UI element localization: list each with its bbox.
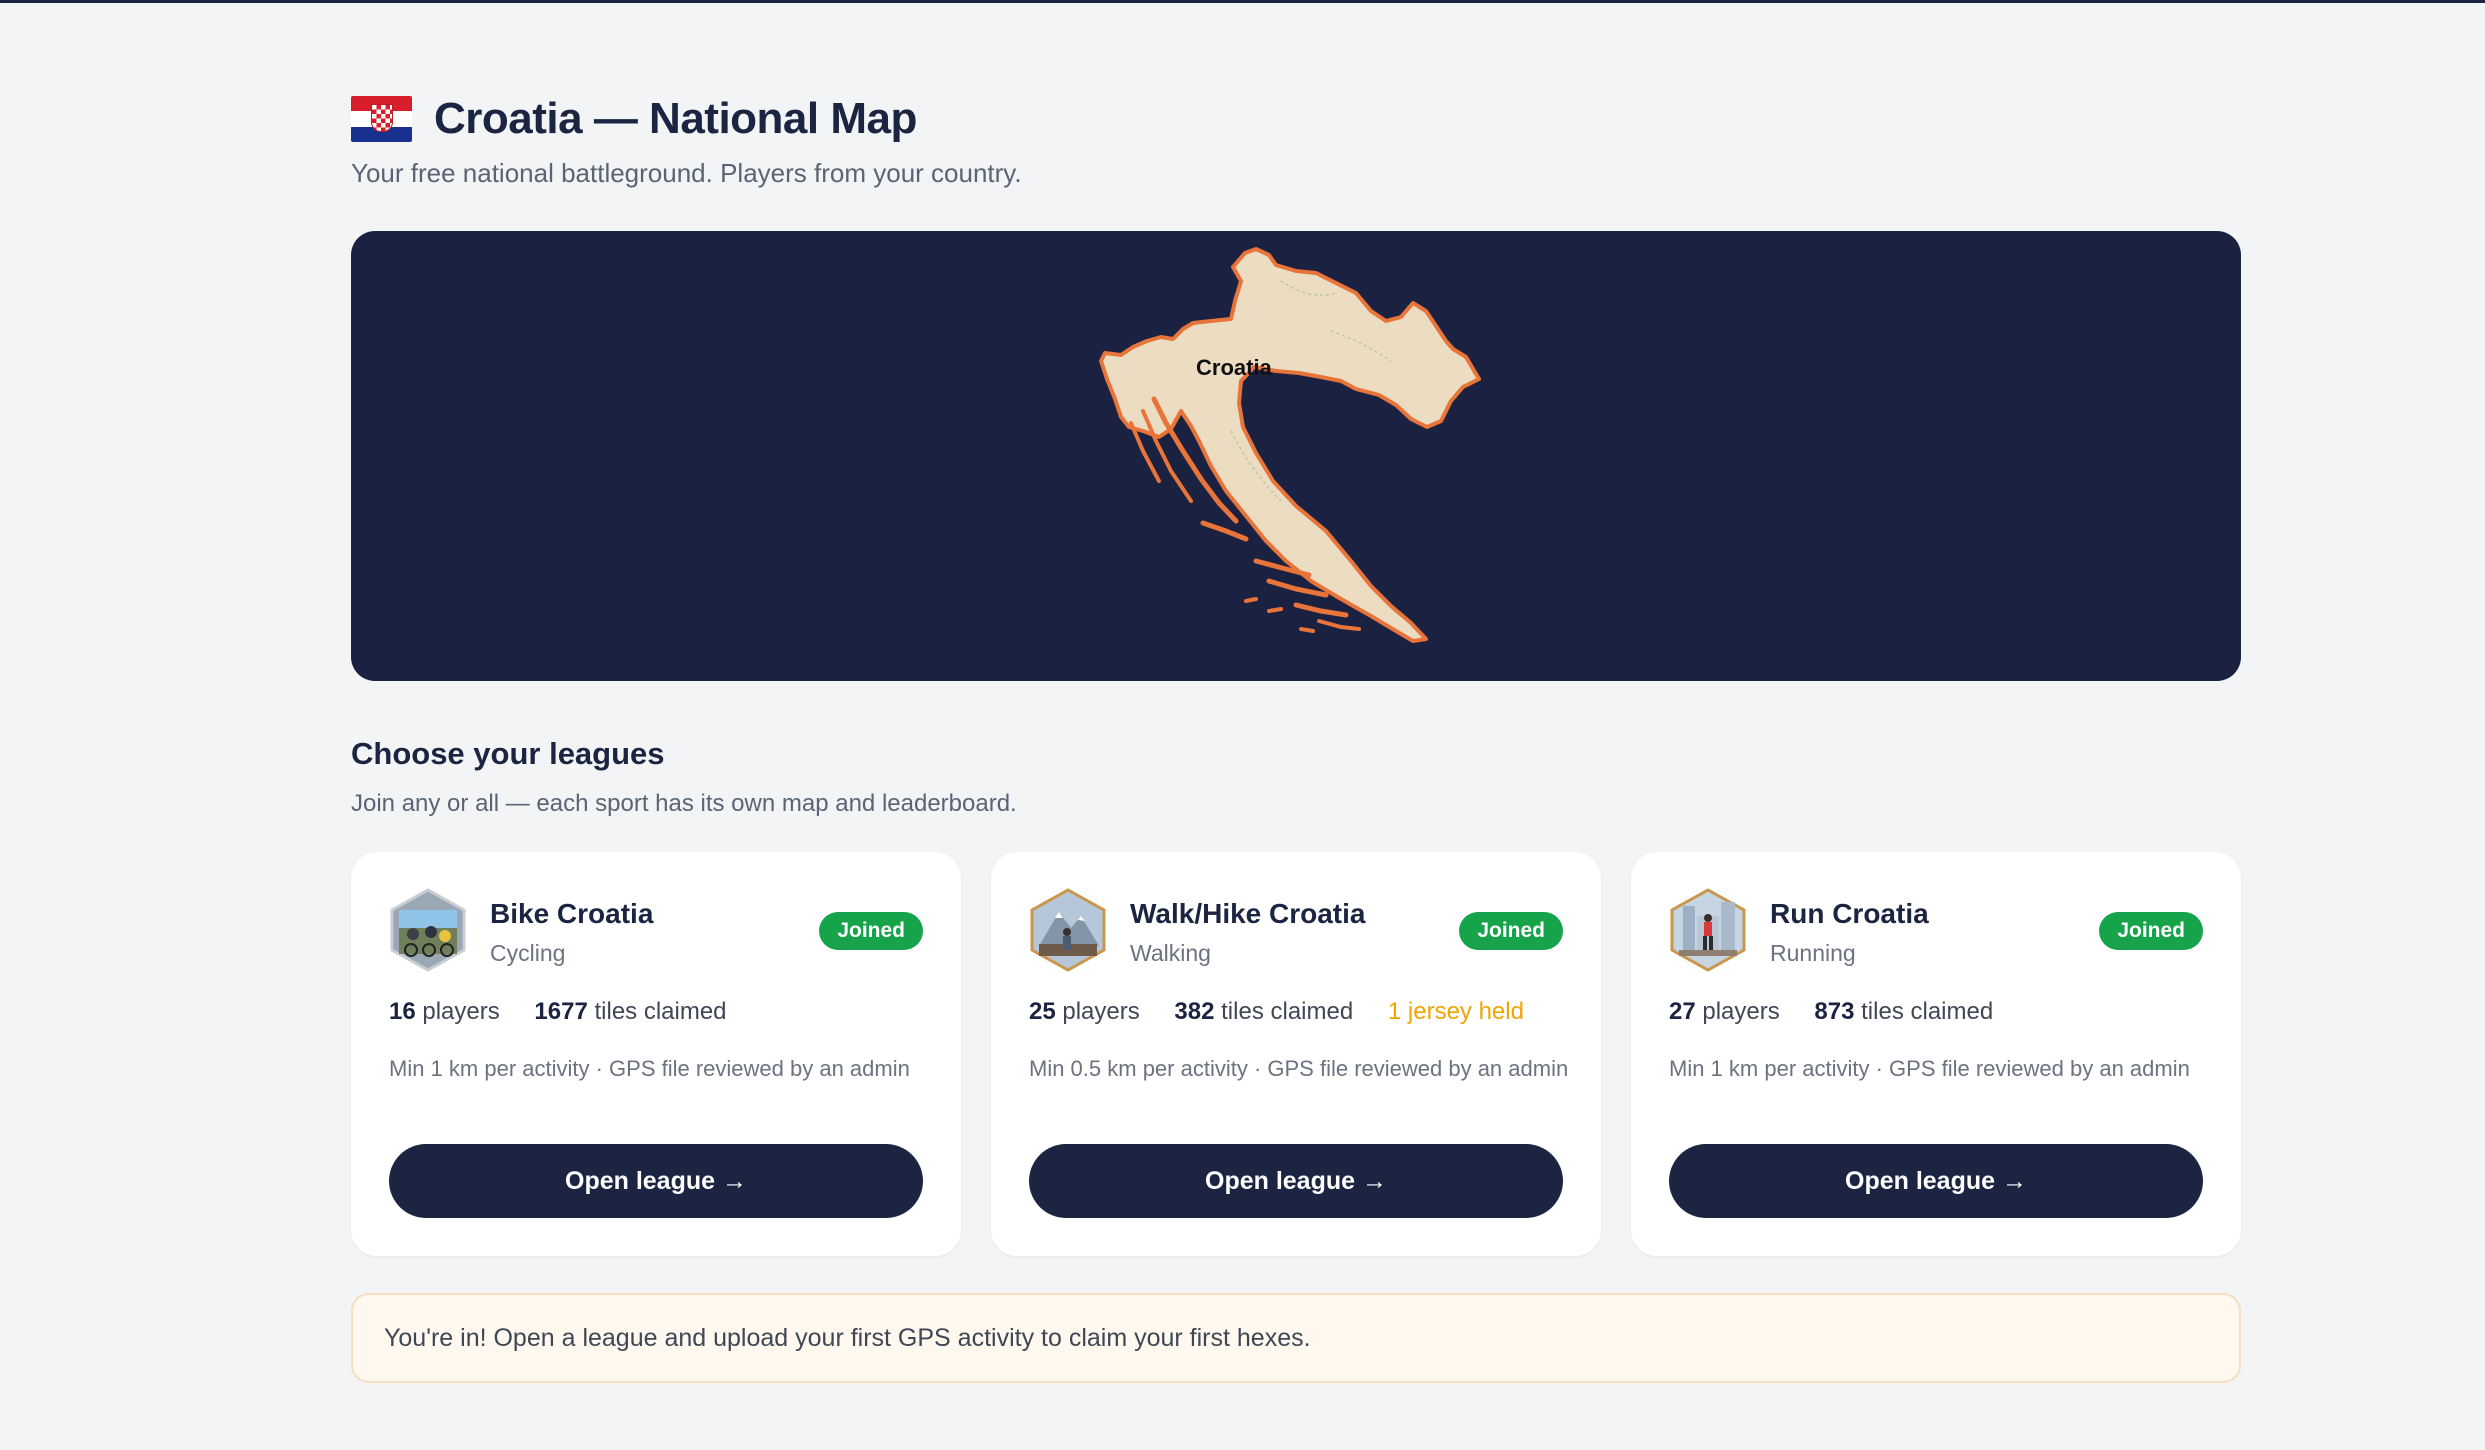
league-name: Run Croatia — [1770, 898, 1929, 929]
league-card-bike: Bike Croatia Cycling Joined 16 players 1… — [351, 852, 961, 1256]
league-sport: Cycling — [490, 940, 566, 966]
tiles-label: tiles claimed — [1861, 998, 1994, 1025]
players-label: players — [1702, 998, 1780, 1025]
tiles-count: 382 — [1174, 998, 1215, 1025]
players-count: 16 — [389, 998, 416, 1025]
league-stats: 25 players 382 tiles claimed 1 jersey he… — [1029, 998, 1524, 1026]
page-title: Croatia — National Map — [434, 94, 917, 143]
croatia-flag-icon — [351, 96, 412, 142]
players-label: players — [422, 998, 500, 1025]
league-card-run: Run Croatia Running Joined 27 players 87… — [1631, 852, 2241, 1256]
league-stats: 27 players 873 tiles claimed — [1669, 998, 1993, 1026]
players-label: players — [1062, 998, 1140, 1025]
league-sport: Walking — [1130, 940, 1211, 966]
players-count: 25 — [1029, 998, 1056, 1025]
jersey-label: jersey held — [1407, 998, 1524, 1025]
cyclists-icon — [390, 888, 466, 972]
tiles-count: 873 — [1814, 998, 1855, 1025]
players-count: 27 — [1669, 998, 1696, 1025]
leagues-section-subtitle: Join any or all — each sport has its own… — [351, 790, 1017, 817]
onboarding-notice: You're in! Open a league and upload your… — [351, 1293, 2241, 1383]
joined-badge: Joined — [819, 912, 923, 950]
league-stats: 16 players 1677 tiles claimed — [389, 998, 727, 1026]
runner-city-icon — [1670, 888, 1746, 972]
league-name: Walk/Hike Croatia — [1130, 898, 1366, 929]
map-country-label: Croatia — [1196, 355, 1272, 380]
top-border — [0, 0, 2485, 3]
league-rules: Min 1 km per activity · GPS file reviewe… — [1669, 1056, 2190, 1081]
jersey-count: 1 — [1387, 998, 1402, 1025]
croatia-shape — [1099, 247, 1481, 643]
tiles-count: 1677 — [534, 998, 588, 1025]
joined-badge: Joined — [1459, 912, 1563, 950]
page-header: Croatia — National Map — [351, 94, 917, 144]
league-rules: Min 0.5 km per activity · GPS file revie… — [1029, 1056, 1569, 1081]
open-league-button[interactable]: Open league → — [1669, 1144, 2203, 1218]
open-league-button[interactable]: Open league → — [389, 1144, 923, 1218]
joined-badge: Joined — [2099, 912, 2203, 950]
open-league-button[interactable]: Open league → — [1029, 1144, 1563, 1218]
league-rules: Min 1 km per activity · GPS file reviewe… — [389, 1056, 910, 1081]
league-name: Bike Croatia — [490, 898, 654, 929]
hiker-mountain-icon — [1030, 888, 1106, 972]
leagues-section-title: Choose your leagues — [351, 736, 665, 771]
league-sport: Running — [1770, 940, 1856, 966]
league-cards: Bike Croatia Cycling Joined 16 players 1… — [351, 852, 2241, 1256]
tiles-label: tiles claimed — [1221, 998, 1354, 1025]
national-map[interactable]: Croatia — [351, 231, 2241, 681]
league-card-walk: Walk/Hike Croatia Walking Joined 25 play… — [991, 852, 1601, 1256]
page-subtitle: Your free national battleground. Players… — [351, 158, 1022, 188]
tiles-label: tiles claimed — [594, 998, 727, 1025]
